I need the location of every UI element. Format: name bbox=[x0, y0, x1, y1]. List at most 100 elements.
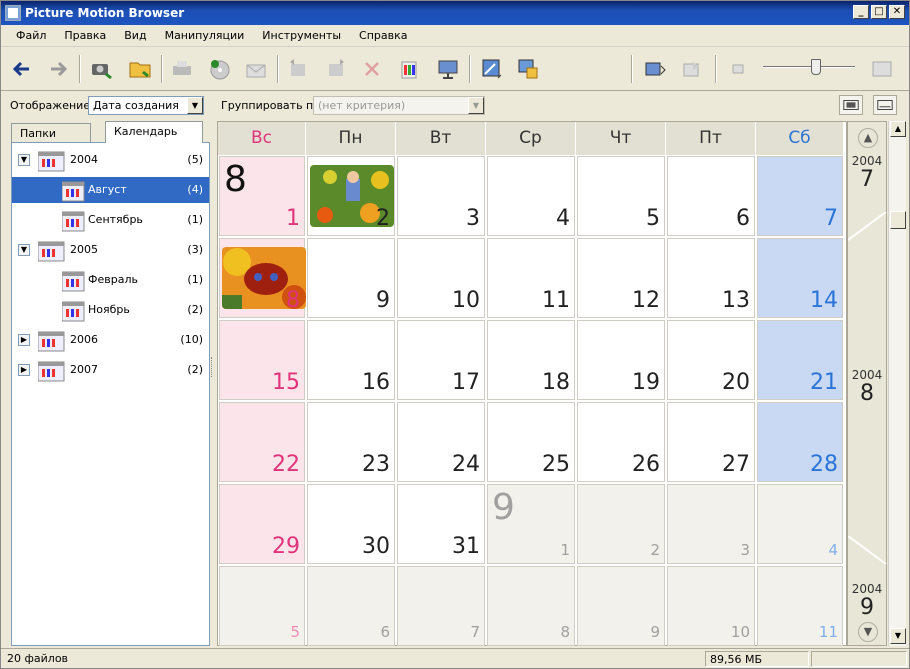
large-thumb-button[interactable] bbox=[867, 54, 897, 84]
calendar-day-cell[interactable]: 3 bbox=[667, 484, 755, 564]
calendar-day-cell[interactable]: 12 bbox=[577, 238, 665, 318]
calendar-day-cell[interactable]: 8 bbox=[219, 238, 306, 318]
zoom-slider-thumb[interactable] bbox=[811, 59, 821, 75]
calendar-day-cell[interactable]: 11 bbox=[487, 238, 575, 318]
strip-month-next[interactable]: 2004 9 bbox=[848, 582, 886, 620]
scroll-up-button[interactable]: ▲ bbox=[890, 121, 906, 137]
pane-splitter[interactable] bbox=[209, 93, 217, 646]
delete-button[interactable] bbox=[357, 54, 387, 84]
tree-node[interactable]: Февраль (1) bbox=[12, 267, 209, 293]
calendar-day-cell[interactable]: 22 bbox=[219, 402, 305, 482]
calendar-day-cell[interactable]: 7 bbox=[757, 156, 843, 236]
import-media-button[interactable] bbox=[639, 54, 669, 84]
calendar-day-cell[interactable]: 15 bbox=[219, 320, 305, 400]
calendar-day-cell[interactable]: 31 bbox=[397, 484, 485, 564]
menu-edit[interactable]: Правка bbox=[55, 29, 115, 42]
tree-node[interactable]: ▼ 2004 (5) bbox=[12, 147, 209, 173]
calendar-day-cell[interactable]: 30 bbox=[307, 484, 395, 564]
view-index-button[interactable] bbox=[873, 95, 897, 115]
view-film-button[interactable] bbox=[839, 95, 863, 115]
scroll-down-button[interactable]: ▼ bbox=[890, 628, 906, 644]
calendar-day-cell[interactable]: 26 bbox=[577, 402, 665, 482]
calendar-day-cell[interactable]: 9 bbox=[577, 566, 665, 646]
calendar-day-cell[interactable]: 5 bbox=[577, 156, 665, 236]
calendar-day-cell[interactable]: 3 bbox=[397, 156, 485, 236]
share-button[interactable] bbox=[677, 54, 707, 84]
expand-icon[interactable]: ▶ bbox=[18, 334, 30, 346]
collapse-icon[interactable]: ▼ bbox=[18, 244, 30, 256]
tree-node[interactable]: ▼ 2005 (3) bbox=[12, 237, 209, 263]
chevron-down-icon[interactable]: ▼ bbox=[468, 97, 484, 114]
calendar-day-cell[interactable]: 11 bbox=[757, 566, 843, 646]
calendar-day-cell[interactable]: 27 bbox=[667, 402, 755, 482]
vertical-scrollbar[interactable]: ▲ ▼ bbox=[888, 121, 906, 646]
calendar-day-cell[interactable]: 17 bbox=[397, 320, 485, 400]
tab-folders[interactable]: Папки bbox=[11, 123, 91, 143]
tools-dropdown-button[interactable] bbox=[477, 54, 507, 84]
display-select[interactable]: Дата создания ▼ bbox=[88, 96, 204, 115]
menu-tools[interactable]: Инструменты bbox=[253, 29, 350, 42]
calendar-day-cell[interactable]: 6 bbox=[667, 156, 755, 236]
zoom-slider[interactable] bbox=[761, 57, 857, 77]
calendar-day-cell[interactable]: 25 bbox=[487, 402, 575, 482]
email-button[interactable] bbox=[241, 54, 271, 84]
minimize-button[interactable]: _ bbox=[853, 5, 869, 19]
menu-file[interactable]: Файл bbox=[7, 29, 55, 42]
calendar-day-cell[interactable]: 91 bbox=[487, 484, 575, 564]
calendar-day-cell[interactable]: 6 bbox=[307, 566, 395, 646]
calendar-day-cell[interactable]: 24 bbox=[397, 402, 485, 482]
slideshow-button[interactable] bbox=[433, 54, 463, 84]
calendar-day-cell[interactable]: 16 bbox=[307, 320, 395, 400]
calendar-day-cell[interactable]: 2 bbox=[577, 484, 665, 564]
calendar-day-cell[interactable]: 2 bbox=[307, 156, 395, 236]
group-select[interactable]: (нет критерия) ▼ bbox=[313, 96, 485, 115]
close-button[interactable]: ✕ bbox=[889, 5, 905, 19]
rotate-right-button[interactable] bbox=[321, 54, 351, 84]
print-button[interactable] bbox=[167, 54, 197, 84]
scroll-down-month-icon[interactable]: ▼ bbox=[858, 622, 878, 642]
calendar-day-cell[interactable]: 7 bbox=[397, 566, 485, 646]
export-button[interactable] bbox=[513, 54, 543, 84]
tree-node[interactable]: ▶ 2006 (10) bbox=[12, 327, 209, 353]
menu-view[interactable]: Вид bbox=[115, 29, 155, 42]
calendar-day-cell[interactable]: 10 bbox=[397, 238, 485, 318]
menu-help[interactable]: Справка bbox=[350, 29, 416, 42]
tree-node[interactable]: Сентябрь (1) bbox=[12, 207, 209, 233]
chevron-down-icon[interactable]: ▼ bbox=[187, 97, 203, 114]
tree-node[interactable]: Август (4) bbox=[12, 177, 209, 203]
calendar-day-cell[interactable]: 8 bbox=[487, 566, 575, 646]
calendar-day-cell[interactable]: 14 bbox=[757, 238, 843, 318]
calendar-day-cell[interactable]: 19 bbox=[577, 320, 665, 400]
calendar-day-cell[interactable]: 28 bbox=[757, 402, 843, 482]
calendar-day-cell[interactable]: 9 bbox=[307, 238, 395, 318]
calendar-day-cell[interactable]: 20 bbox=[667, 320, 755, 400]
small-thumb-button[interactable] bbox=[723, 54, 753, 84]
calendar-day-cell[interactable]: 23 bbox=[307, 402, 395, 482]
calendar-day-cell[interactable]: 81 bbox=[219, 156, 305, 236]
strip-month-prev[interactable]: 2004 7 bbox=[848, 154, 886, 192]
calendar-day-cell[interactable]: 4 bbox=[757, 484, 843, 564]
menu-manipulations[interactable]: Манипуляции bbox=[156, 29, 254, 42]
calendar-day-cell[interactable]: 21 bbox=[757, 320, 843, 400]
tab-calendar[interactable]: Календарь bbox=[105, 121, 203, 143]
back-button[interactable] bbox=[7, 54, 37, 84]
scroll-thumb[interactable] bbox=[890, 211, 906, 229]
edit-button[interactable] bbox=[395, 54, 425, 84]
strip-month-current[interactable]: 2004 8 bbox=[848, 368, 886, 406]
calendar-day-cell[interactable]: 10 bbox=[667, 566, 755, 646]
tree-node[interactable]: Ноябрь (2) bbox=[12, 297, 209, 323]
expand-icon[interactable]: ▶ bbox=[18, 364, 30, 376]
folder-import-button[interactable] bbox=[125, 54, 155, 84]
import-button[interactable] bbox=[87, 54, 117, 84]
rotate-left-button[interactable] bbox=[283, 54, 313, 84]
calendar-day-cell[interactable]: 13 bbox=[667, 238, 755, 318]
calendar-day-cell[interactable]: 4 bbox=[487, 156, 575, 236]
calendar-day-cell[interactable]: 5 bbox=[219, 566, 305, 646]
forward-button[interactable] bbox=[43, 54, 73, 84]
tree-node[interactable]: ▶ 2007 (2) bbox=[12, 357, 209, 383]
calendar-day-cell[interactable]: 18 bbox=[487, 320, 575, 400]
scroll-up-month-icon[interactable]: ▲ bbox=[858, 128, 878, 148]
collapse-icon[interactable]: ▼ bbox=[18, 154, 30, 166]
maximize-button[interactable]: □ bbox=[871, 5, 887, 19]
burn-disc-button[interactable] bbox=[205, 54, 235, 84]
